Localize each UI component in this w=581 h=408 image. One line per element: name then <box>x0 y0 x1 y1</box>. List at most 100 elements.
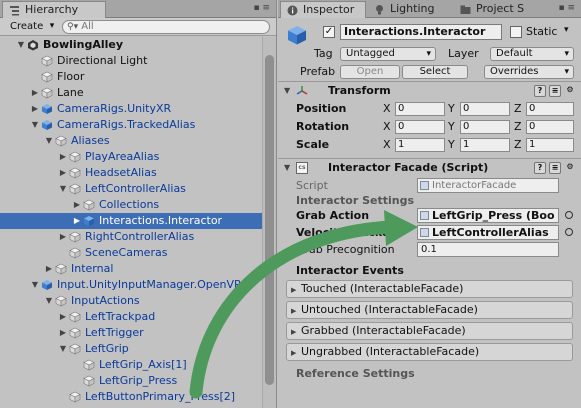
active-checkbox[interactable]: ✓ <box>323 26 335 38</box>
event-foldout[interactable]: ▶ Ungrabbed (InteractableFacade) <box>286 342 573 363</box>
x-field[interactable]: 0 <box>395 102 445 116</box>
overrides-dropdown[interactable]: Overrides <box>484 65 574 79</box>
settings-gear-icon[interactable]: ⚙ <box>564 85 576 97</box>
scrollbar-thumb[interactable] <box>265 55 274 385</box>
tree-item[interactable]: ▶ Internal <box>0 261 262 277</box>
tab-project[interactable]: Project S <box>454 1 534 18</box>
event-box[interactable]: ▶ Ungrabbed (InteractableFacade) <box>286 343 573 361</box>
tree-item[interactable]: ▶ LeftTrigger <box>0 325 262 341</box>
tree-item[interactable]: ▼ BowlingAlley <box>0 37 262 53</box>
y-field[interactable]: 0 <box>460 102 510 116</box>
tree-item[interactable]: ▼ InputActions <box>0 293 262 309</box>
expand-right-icon[interactable]: ▶ <box>72 197 82 213</box>
expand-down-icon[interactable]: ▼ <box>58 341 68 357</box>
expand-right-icon[interactable]: ▶ <box>72 213 82 229</box>
settings-gear-icon[interactable]: ⚙ <box>564 162 576 174</box>
tree-item[interactable]: ▼ Input.UnityInputManager.OpenVR.L <box>0 277 262 293</box>
event-foldout[interactable]: ▶ Grabbed (InteractableFacade) <box>286 321 573 342</box>
static-checkbox[interactable] <box>510 26 522 38</box>
inspector-window-controls[interactable]: ▪ ≡ <box>558 3 575 13</box>
velocity-tracker-field[interactable]: LeftControllerAlias <box>417 225 559 240</box>
tree-item[interactable]: ▶ Interactions.Interactor <box>0 213 262 229</box>
layer-dropdown[interactable]: Default <box>490 47 574 61</box>
expand-down-icon[interactable]: ▼ <box>44 133 54 149</box>
facade-header[interactable]: ▼ cs Interactor Facade (Script) ? ≡ ⚙ <box>278 159 581 177</box>
tree-item-label: LeftGrip_Axis[1] <box>99 358 187 371</box>
tab-hierarchy[interactable]: Hierarchy <box>2 1 106 18</box>
y-field[interactable]: 1 <box>460 138 510 152</box>
transform-axes-icon <box>296 86 308 95</box>
tree-item[interactable]: ▼ LeftGrip <box>0 341 262 357</box>
x-field[interactable]: 0 <box>395 120 445 134</box>
create-button[interactable]: Create <box>4 20 57 34</box>
object-picker-icon[interactable] <box>565 228 573 236</box>
tree-item[interactable]: ▶ RightControllerAlias <box>0 229 262 245</box>
axis-y-label: Y <box>448 102 455 115</box>
help-icon[interactable]: ? <box>534 162 546 174</box>
tree-item[interactable]: ▶ CameraRigs.UnityXR <box>0 101 262 117</box>
expand-right-icon[interactable]: ▶ <box>58 149 68 165</box>
tree-item[interactable]: ▶ Collections <box>0 197 262 213</box>
tab-inspector[interactable]: Inspector <box>280 1 366 18</box>
tree-item[interactable]: ▼ CameraRigs.TrackedAlias <box>0 117 262 133</box>
event-foldout[interactable]: ▶ Untouched (InteractableFacade) <box>286 300 573 321</box>
script-label: Script <box>296 179 328 192</box>
expand-right-icon[interactable]: ▶ <box>58 309 68 325</box>
hierarchy-scrollbar[interactable] <box>262 37 276 408</box>
z-field[interactable]: 1 <box>526 138 574 152</box>
tree-item[interactable]: Directional Light <box>0 53 262 69</box>
cube-icon <box>69 167 81 179</box>
y-field[interactable]: 0 <box>460 120 510 134</box>
expand-right-icon[interactable]: ▶ <box>58 165 68 181</box>
fold-arrow-icon[interactable]: ▼ <box>284 82 290 100</box>
tree-item[interactable]: ▶ LeftTrackpad <box>0 309 262 325</box>
tree-item-label: LeftControllerAlias <box>85 182 186 195</box>
preset-icon[interactable]: ≡ <box>549 85 561 97</box>
x-field[interactable]: 1 <box>395 138 445 152</box>
select-prefab-button[interactable]: Select <box>402 65 468 79</box>
event-foldout[interactable]: ▶ Touched (InteractableFacade) <box>286 279 573 300</box>
expand-right-icon[interactable]: ▶ <box>30 101 40 117</box>
tree-item[interactable]: ▼ LeftControllerAlias <box>0 181 262 197</box>
help-icon[interactable]: ? <box>534 85 546 97</box>
preset-icon[interactable]: ≡ <box>549 162 561 174</box>
expand-right-icon[interactable]: ▶ <box>58 229 68 245</box>
tab-lighting-label: Lighting <box>390 2 435 15</box>
object-picker-icon[interactable] <box>565 211 573 219</box>
transform-header[interactable]: ▼ Transform ? ≡ ⚙ <box>278 82 581 100</box>
fold-arrow-icon[interactable]: ▼ <box>284 159 290 177</box>
tree-item[interactable]: LeftGrip_Press <box>0 373 262 389</box>
tree-item-label: PlayAreaAlias <box>85 150 160 163</box>
z-field[interactable]: 0 <box>526 120 574 134</box>
event-box[interactable]: ▶ Untouched (InteractableFacade) <box>286 301 573 319</box>
z-field[interactable]: 0 <box>526 102 574 116</box>
search-input[interactable]: ⚲▾ All <box>62 20 270 34</box>
event-box[interactable]: ▶ Grabbed (InteractableFacade) <box>286 322 573 340</box>
tree-item[interactable]: SceneCameras <box>0 245 262 261</box>
expand-down-icon[interactable]: ▼ <box>58 181 68 197</box>
unity-scene-icon <box>27 39 39 51</box>
expand-right-icon[interactable]: ▶ <box>30 85 40 101</box>
tree-item[interactable]: ▶ Lane <box>0 85 262 101</box>
expand-down-icon[interactable]: ▼ <box>16 37 26 53</box>
tree-item[interactable]: ▶ PlayAreaAlias <box>0 149 262 165</box>
expand-down-icon[interactable]: ▼ <box>44 293 54 309</box>
expand-right-icon[interactable]: ▶ <box>58 325 68 341</box>
grab-precognition-field[interactable]: 0.1 <box>417 242 559 257</box>
static-dropdown-icon[interactable]: ▾ <box>564 25 569 35</box>
tree-item[interactable]: LeftGrip_Axis[1] <box>0 357 262 373</box>
grab-action-field[interactable]: LeftGrip_Press (Boo <box>417 208 559 223</box>
tree-item[interactable]: ▶ HeadsetAlias <box>0 165 262 181</box>
object-name-field[interactable]: Interactions.Interactor <box>340 24 502 40</box>
open-prefab-button[interactable]: Open <box>340 65 400 79</box>
expand-right-icon[interactable]: ▶ <box>44 261 54 277</box>
tree-item[interactable]: LeftButtonPrimary_Press[2] <box>0 389 262 405</box>
expand-down-icon[interactable]: ▼ <box>30 117 40 133</box>
tab-lighting[interactable]: Lighting <box>368 1 452 18</box>
tag-dropdown[interactable]: Untagged <box>340 47 436 61</box>
event-box[interactable]: ▶ Touched (InteractableFacade) <box>286 280 573 298</box>
tree-item[interactable]: ▼ Aliases <box>0 133 262 149</box>
expand-down-icon[interactable]: ▼ <box>30 277 40 293</box>
hierarchy-window-controls[interactable]: ▪ ≡ <box>253 3 270 13</box>
tree-item[interactable]: Floor <box>0 69 262 85</box>
